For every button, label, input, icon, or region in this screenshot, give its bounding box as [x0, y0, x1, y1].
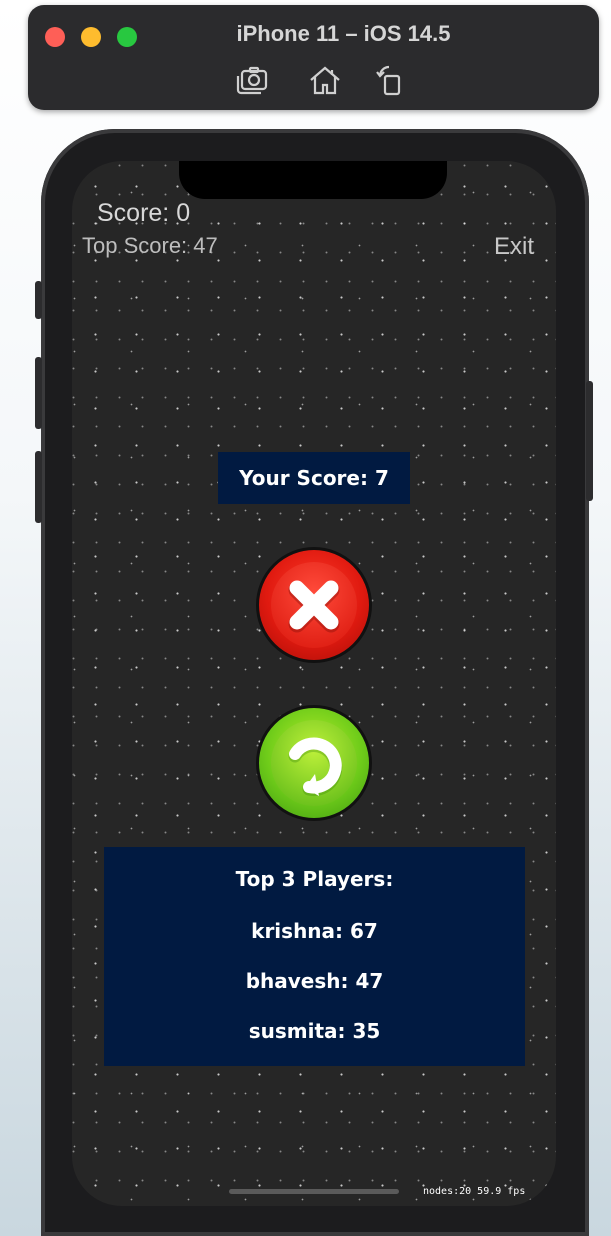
- replay-button[interactable]: [256, 705, 372, 821]
- simulator-toolbar: iPhone 11 – iOS 14.5: [28, 5, 599, 110]
- current-score-label: Score: 0: [97, 199, 191, 227]
- home-indicator[interactable]: [229, 1189, 399, 1194]
- device-notch: [179, 161, 447, 199]
- volume-down-button: [35, 451, 42, 523]
- debug-stats: nodes:20 59.9 fps: [423, 1186, 526, 1197]
- leaderboard-panel: Top 3 Players: krishna: 67 bhavesh: 47 s…: [104, 847, 525, 1066]
- game-screen[interactable]: Score: 0 Top Score: 47 Exit Your Score: …: [72, 161, 556, 1206]
- close-icon: [288, 580, 340, 633]
- home-icon[interactable]: [305, 60, 345, 100]
- simulator-title: iPhone 11 – iOS 14.5: [236, 21, 451, 46]
- silent-switch: [35, 281, 42, 319]
- leaderboard-title: Top 3 Players:: [235, 867, 394, 891]
- your-score-banner: Your Score: 7: [218, 452, 410, 504]
- exit-button[interactable]: Exit: [494, 233, 534, 261]
- top-score-label: Top Score: 47: [82, 233, 218, 258]
- leaderboard-row: bhavesh: 47: [245, 969, 384, 993]
- rotate-icon[interactable]: [370, 60, 410, 100]
- power-button: [586, 381, 593, 501]
- screenshot-icon[interactable]: [233, 60, 273, 100]
- replay-icon: [288, 737, 343, 796]
- leaderboard-row: susmita: 35: [248, 1019, 381, 1043]
- leaderboard-row: krishna: 67: [251, 919, 378, 943]
- volume-up-button: [35, 357, 42, 429]
- quit-button[interactable]: [256, 547, 372, 663]
